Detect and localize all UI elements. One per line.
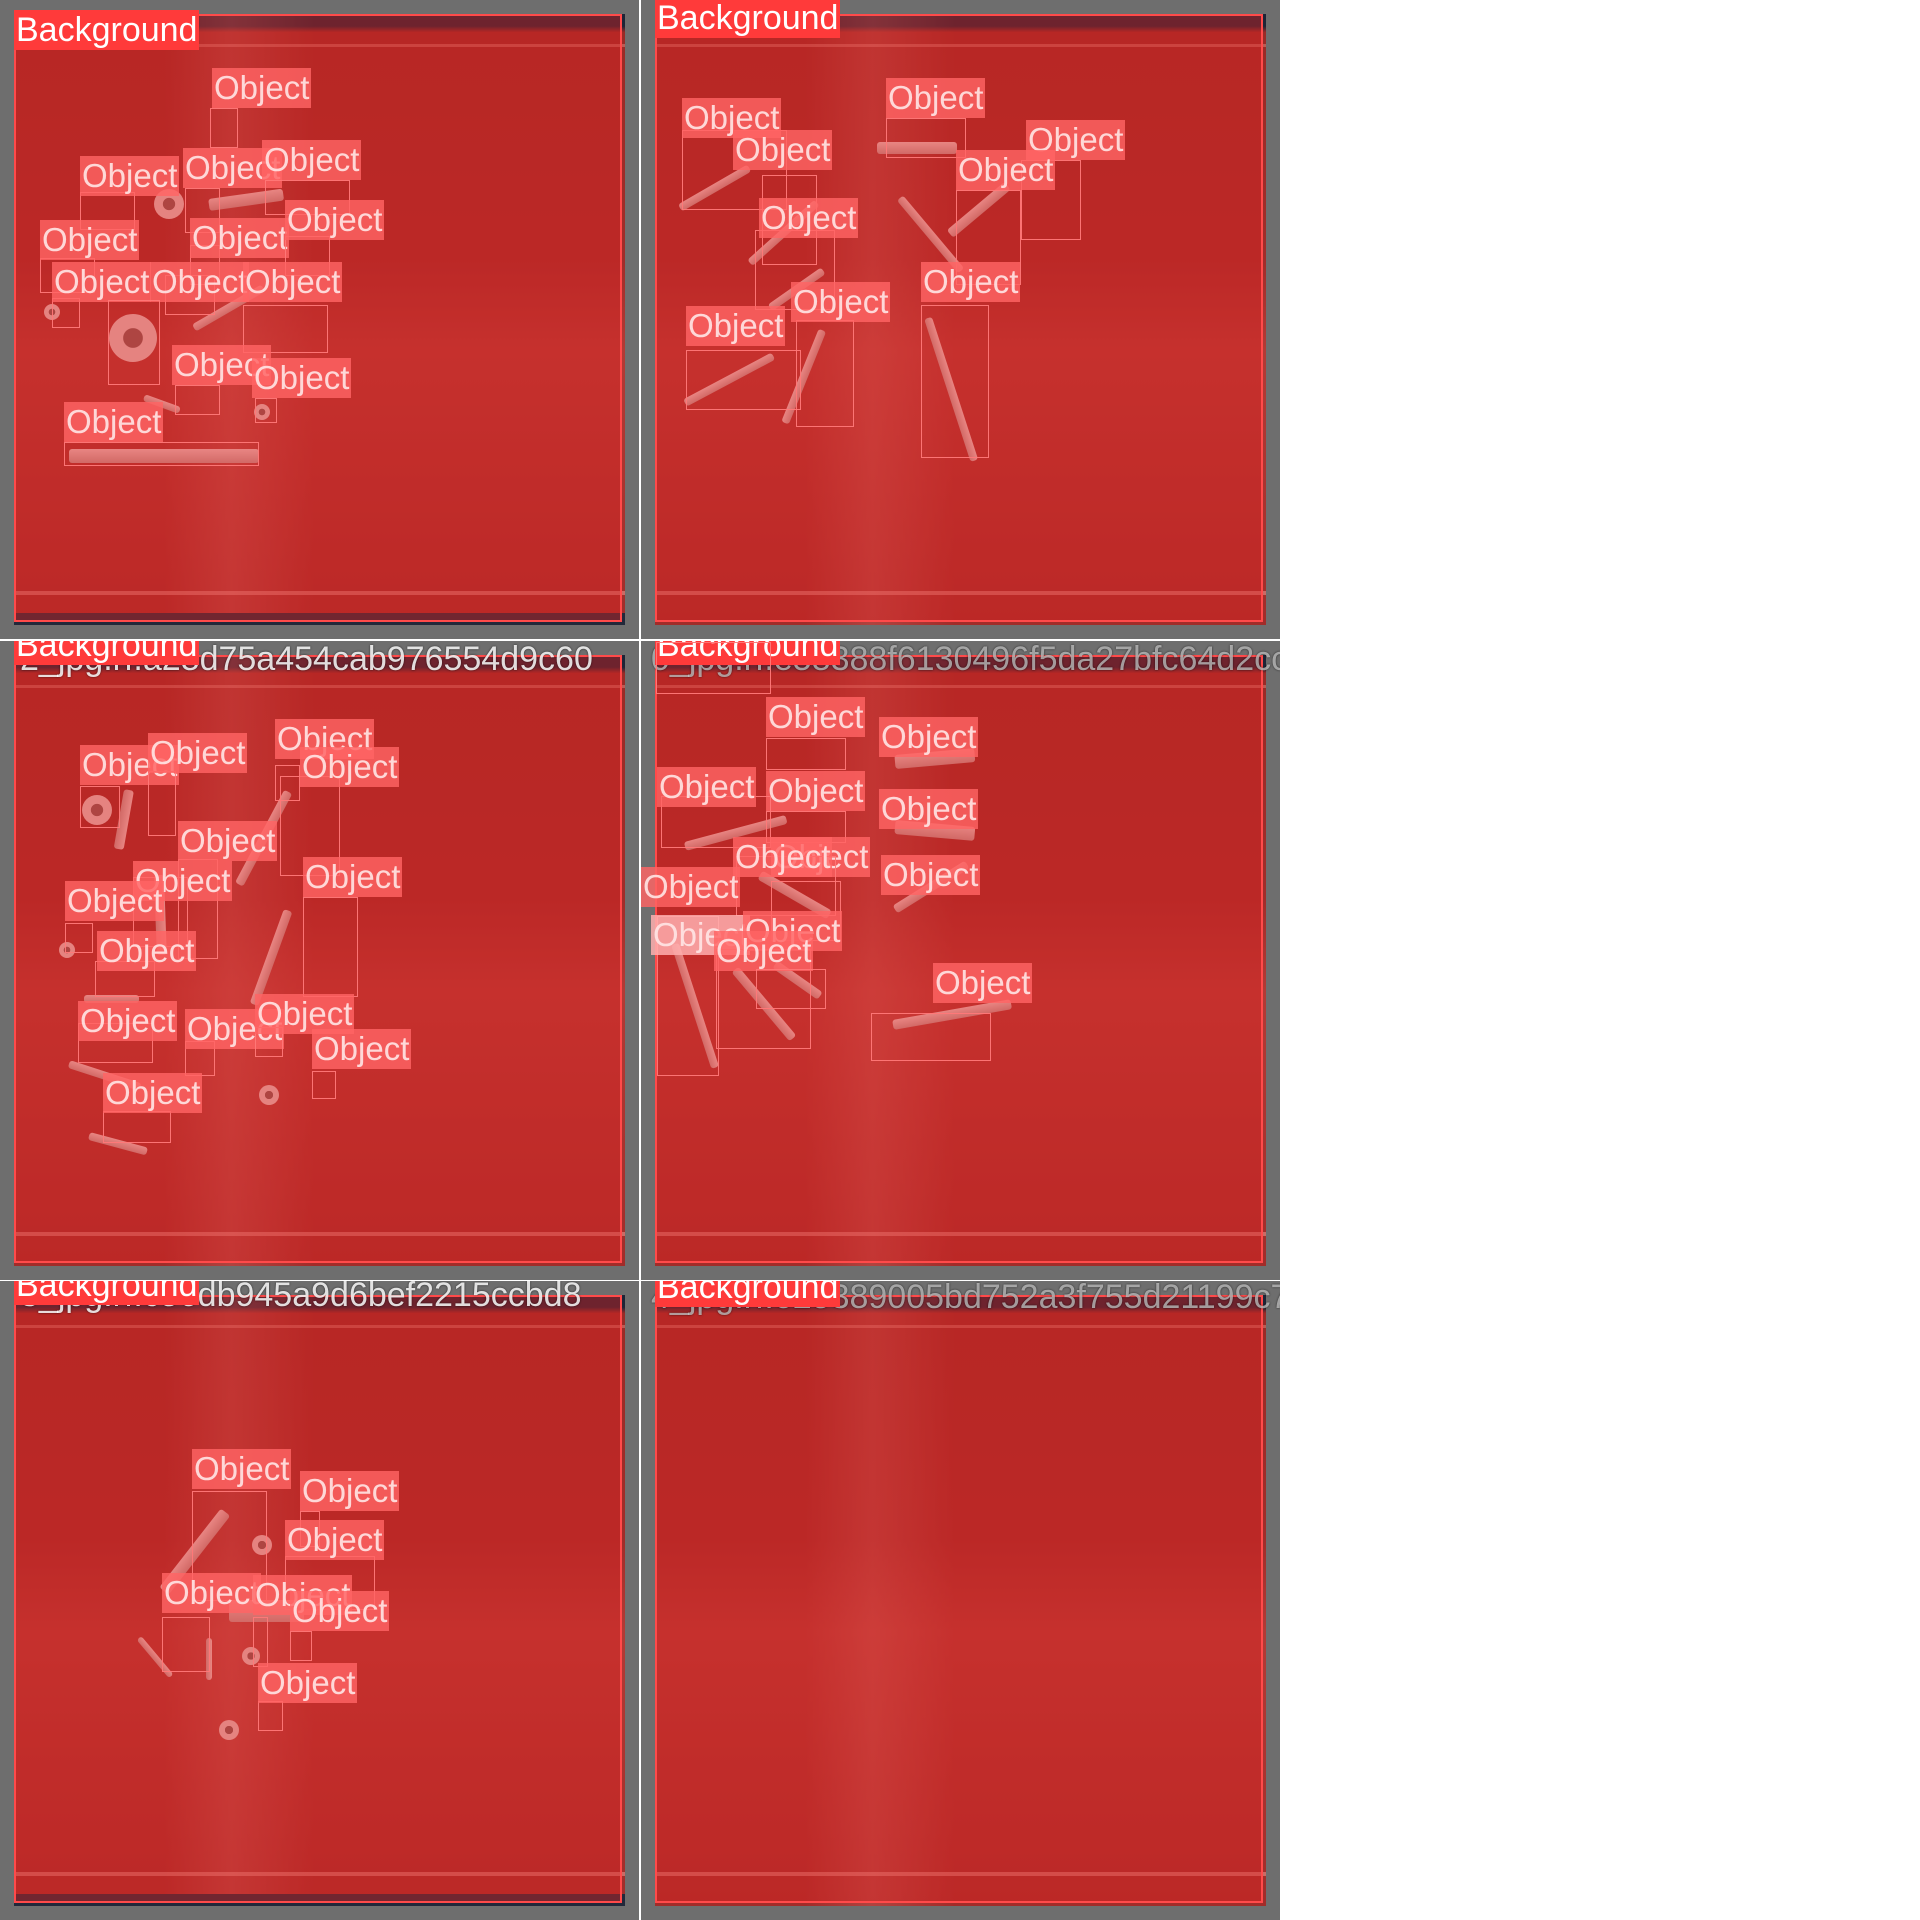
object-bbox (253, 1617, 268, 1667)
object-label: Object (921, 262, 1021, 302)
object-label: Object (303, 857, 403, 897)
object-label: Object (192, 1449, 292, 1489)
object-bbox (103, 1111, 171, 1143)
object-bbox (656, 642, 771, 694)
object-label: Object (52, 262, 152, 302)
object-label: Object (97, 931, 197, 971)
object-label: Object (879, 789, 979, 829)
image-tile-4[interactable]: 0_jpg.rf.e58388f6130496f5da27bfc64d2cc4e… (641, 641, 1280, 1280)
object-bbox (303, 897, 358, 997)
object-label: Object (190, 218, 290, 258)
object-label: Object (714, 931, 814, 971)
image-tile-3[interactable]: 2_jpg.rf.a28d75a454cab976554d9c60 Backgr… (0, 641, 639, 1280)
background-label: Background (14, 641, 200, 665)
object-label: Object (686, 306, 786, 346)
object-label: Object (759, 198, 859, 238)
object-label: Object (791, 282, 891, 322)
object-label: Object (150, 262, 250, 302)
object-label: Object (733, 130, 833, 170)
object-bbox (766, 738, 846, 770)
object-label: Object (300, 1471, 400, 1511)
object-label: Object (285, 1520, 385, 1560)
object-bbox (108, 300, 160, 385)
object-label: Object (40, 220, 140, 260)
object-label: Object (262, 140, 362, 180)
object-label: Object (255, 994, 355, 1034)
object-bbox (871, 1013, 991, 1061)
object-bbox (796, 320, 854, 427)
image-tile-6[interactable]: 4_jpg.rf.e25389005bd752a3f755d21199c7b36… (641, 1281, 1280, 1920)
object-bbox (162, 1617, 210, 1672)
object-bbox (290, 1631, 312, 1661)
object-label: Object (285, 200, 385, 240)
background-label: Background (655, 1281, 841, 1307)
background-label: Background (14, 10, 200, 50)
object-bbox (312, 1071, 336, 1099)
object-label: Object (879, 717, 979, 757)
object-label: Object (881, 855, 981, 895)
background-bbox (655, 1295, 1263, 1903)
object-label: Object (252, 358, 352, 398)
object-bbox (686, 350, 801, 410)
object-label: Object (258, 1663, 358, 1703)
object-label: Object (148, 733, 248, 773)
object-label: Object (733, 837, 833, 877)
object-label: Object (657, 767, 757, 807)
object-label: Object (300, 747, 400, 787)
background-label: Background (14, 1281, 200, 1305)
object-label: Object (886, 78, 986, 118)
object-label: Object (933, 963, 1033, 1003)
object-label: Object (212, 68, 312, 108)
object-label: Object (65, 881, 165, 921)
object-label: Object (78, 1001, 178, 1041)
object-label: Object (956, 150, 1056, 190)
object-label: Object (64, 402, 164, 442)
background-label: Background (655, 0, 841, 38)
object-label: Object (766, 697, 866, 737)
object-label: Object (80, 156, 180, 196)
object-bbox (756, 969, 826, 1009)
image-tile-1[interactable]: Background Object Object Object Object O… (0, 0, 639, 639)
image-tile-2[interactable]: Background Object Object Object Object O… (641, 0, 1280, 639)
object-label: Object (162, 1573, 262, 1613)
object-label: Object (243, 262, 343, 302)
object-bbox (64, 442, 259, 466)
object-bbox (80, 786, 120, 828)
object-label: Object (290, 1591, 390, 1631)
object-bbox (175, 385, 220, 415)
object-bbox (148, 771, 176, 836)
object-bbox (886, 118, 966, 158)
object-bbox (255, 398, 277, 423)
object-label: Object (312, 1029, 412, 1069)
object-bbox (210, 108, 238, 148)
object-bbox (52, 298, 80, 328)
object-label: Object (766, 771, 866, 811)
object-bbox (921, 305, 989, 458)
object-bbox (65, 923, 93, 953)
object-bbox (258, 1701, 283, 1731)
object-label: Object (641, 867, 741, 907)
image-tile-5[interactable]: 3_jpg.rf.c56db945a9d6bef2215ccbd8 Backgr… (0, 1281, 639, 1920)
object-label: Object (178, 821, 278, 861)
object-label: Object (103, 1073, 203, 1113)
